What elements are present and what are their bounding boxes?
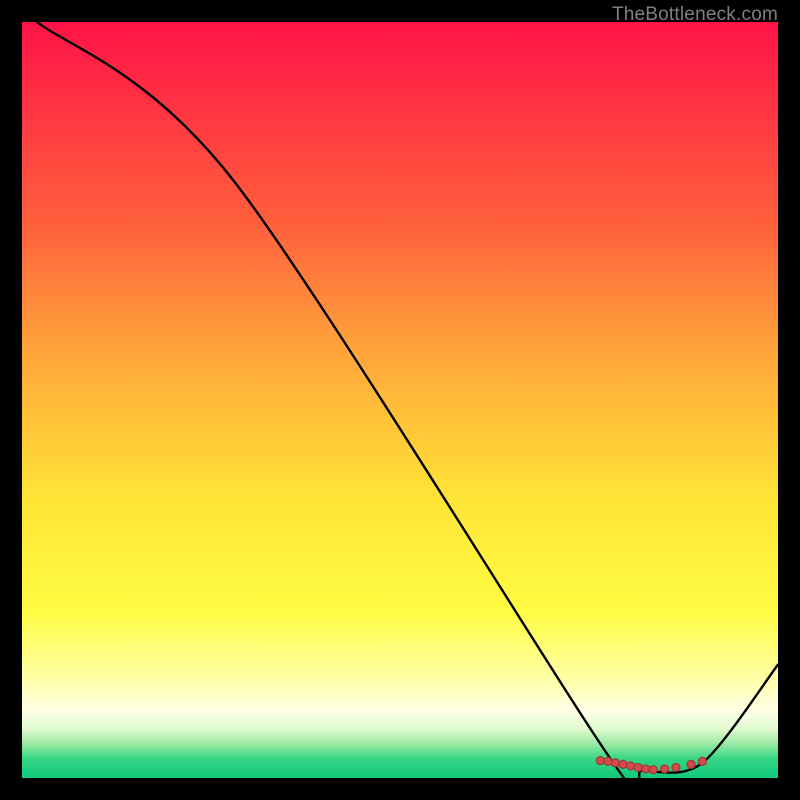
data-point [698, 757, 706, 765]
chart-stage: TheBottleneck.com [0, 0, 800, 800]
chart-svg [22, 22, 778, 778]
data-point [627, 762, 635, 770]
plot-area [22, 22, 778, 778]
data-point [596, 757, 604, 765]
data-point [642, 765, 650, 773]
data-point [672, 763, 680, 771]
data-point [611, 759, 619, 767]
data-point [661, 765, 669, 773]
gradient-background [22, 22, 778, 778]
data-point [649, 766, 657, 774]
data-point [634, 763, 642, 771]
data-point [619, 760, 627, 768]
data-point [687, 760, 695, 768]
data-point [604, 757, 612, 765]
